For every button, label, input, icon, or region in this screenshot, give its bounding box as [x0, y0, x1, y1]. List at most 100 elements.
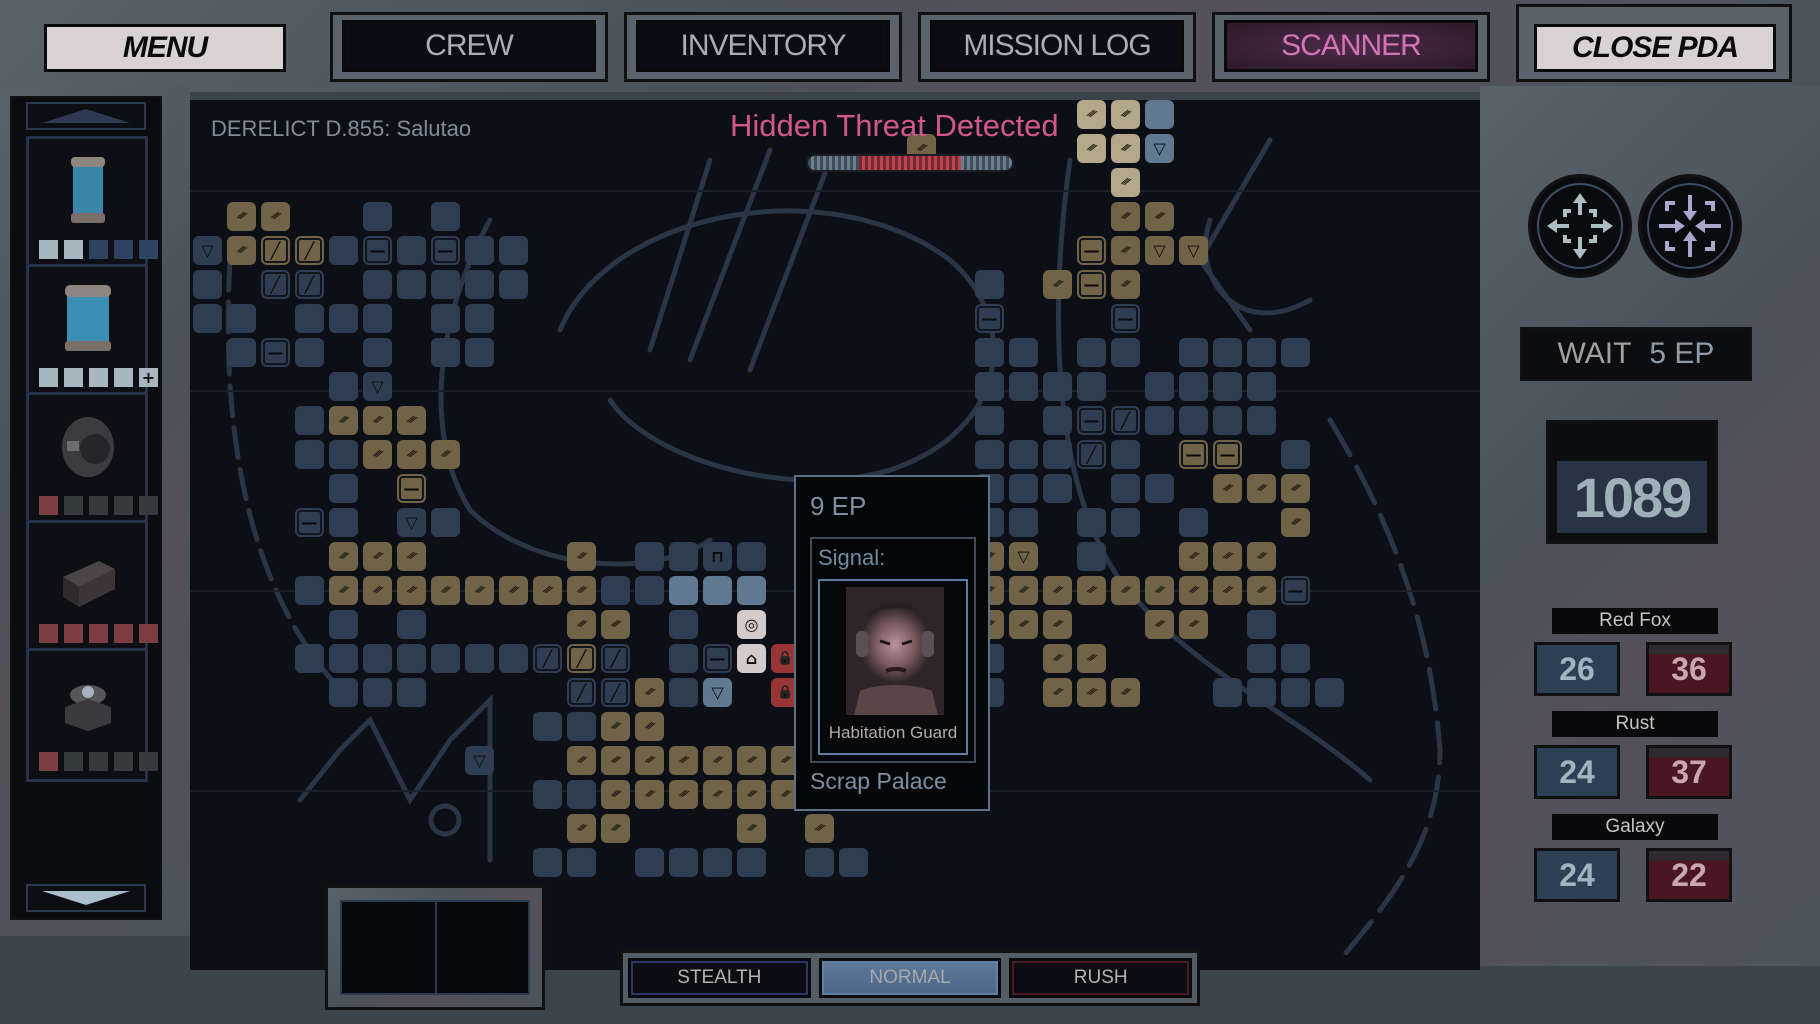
inventory-slot-small-energy-cell[interactable]: [26, 136, 158, 270]
map-tile-explored-room[interactable]: [1247, 372, 1276, 401]
map-tile-explored-room[interactable]: [635, 576, 664, 605]
map-tile-explored-room[interactable]: [329, 474, 358, 503]
map-tile-hazard-highlighted[interactable]: ▽: [1145, 134, 1174, 163]
map-tile-explored-room[interactable]: [1145, 372, 1174, 401]
map-tile-home[interactable]: ⌂: [737, 644, 766, 673]
map-tile-scrap-door[interactable]: —: [1077, 236, 1106, 265]
map-tile-scrap-room[interactable]: ⁄⁄⁄: [1145, 576, 1174, 605]
map-tile-explored-room[interactable]: [601, 576, 630, 605]
map-tile-explored-room[interactable]: [295, 576, 324, 605]
map-tile-explored-room[interactable]: [533, 848, 562, 877]
map-tile-explored-room[interactable]: [1179, 372, 1208, 401]
map-tile-explored-room[interactable]: [975, 270, 1004, 299]
mode-stealth-button[interactable]: STEALTH: [628, 958, 811, 998]
map-tile-explored-room[interactable]: [1213, 678, 1242, 707]
map-tile-door[interactable]: —: [1077, 406, 1106, 435]
map-tile-scrap-room[interactable]: ⁄⁄⁄: [1179, 576, 1208, 605]
inventory-slot-large-energy-cell[interactable]: +: [26, 264, 158, 398]
map-tile-scrap-room[interactable]: ⁄⁄⁄: [397, 406, 426, 435]
map-tile-explored-room[interactable]: [1009, 508, 1038, 537]
map-tile-scrap-room[interactable]: ⁄⁄⁄: [1043, 644, 1072, 673]
map-tile-breach[interactable]: ╱: [601, 644, 630, 673]
map-tile-explored-room[interactable]: [805, 848, 834, 877]
map-tile-explored-room[interactable]: [363, 270, 392, 299]
map-tile-explored-room[interactable]: [1111, 508, 1140, 537]
map-tile-highlighted-room[interactable]: [1145, 100, 1174, 129]
map-tile-scrap-room[interactable]: ⁄⁄⁄: [601, 780, 630, 809]
map-tile-explored-room[interactable]: [669, 678, 698, 707]
map-tile-explored-room[interactable]: [567, 712, 596, 741]
map-tile-explored-room[interactable]: [295, 440, 324, 469]
map-tile-scrap-room[interactable]: ⁄⁄⁄: [567, 746, 596, 775]
expand-view-button[interactable]: [1528, 174, 1632, 278]
map-tile-explored-room[interactable]: [1145, 406, 1174, 435]
map-tile-explored-room[interactable]: [465, 236, 494, 265]
map-tile-explored-room[interactable]: [397, 236, 426, 265]
map-tile-scrap-room[interactable]: ⁄⁄⁄: [805, 814, 834, 843]
map-tile-scrap-room[interactable]: ⁄⁄⁄: [1247, 576, 1276, 605]
map-tile-highlighted-room[interactable]: [669, 576, 698, 605]
map-tile-explored-room[interactable]: [1009, 338, 1038, 367]
map-tile-scrap-room[interactable]: ⁄⁄⁄: [1247, 474, 1276, 503]
map-tile-scrap-room[interactable]: ⁄⁄⁄: [431, 576, 460, 605]
mode-normal-button[interactable]: NORMAL: [818, 958, 1002, 998]
map-tile-explored-room[interactable]: [1077, 338, 1106, 367]
map-tile-hazard[interactable]: ▽: [193, 236, 222, 265]
map-tile-scrap-room[interactable]: ⁄⁄⁄: [1009, 610, 1038, 639]
map-tile-scrap-room[interactable]: ⁄⁄⁄: [1043, 678, 1072, 707]
map-tile-explored-room[interactable]: [329, 610, 358, 639]
inventory-slot-turbine-module[interactable]: [26, 392, 158, 526]
map-tile-breach[interactable]: ╱: [601, 678, 630, 707]
map-tile-explored-room[interactable]: [1043, 372, 1072, 401]
map-tile-scrap-room[interactable]: ⁄⁄⁄: [1043, 576, 1072, 605]
map-tile-scrap-breach[interactable]: ╱: [295, 236, 324, 265]
map-tile-explored-room[interactable]: [1281, 440, 1310, 469]
map-tile-scrap-room-highlighted[interactable]: ⁄⁄⁄: [1077, 134, 1106, 163]
map-tile-scrap-room[interactable]: ⁄⁄⁄: [1077, 644, 1106, 673]
tab-crew[interactable]: CREW: [342, 20, 596, 72]
map-tile-door[interactable]: —: [703, 644, 732, 673]
map-tile-explored-room[interactable]: [669, 610, 698, 639]
map-tile-explored-room[interactable]: [635, 848, 664, 877]
map-tile-explored-room[interactable]: [1077, 372, 1106, 401]
map-tile-scrap-room[interactable]: ⁄⁄⁄: [499, 576, 528, 605]
map-tile-scrap-room[interactable]: ⁄⁄⁄: [1247, 542, 1276, 571]
map-tile-terminal[interactable]: ⊓: [703, 542, 732, 571]
map-tile-scrap-room[interactable]: ⁄⁄⁄: [635, 746, 664, 775]
tab-mission-log[interactable]: MISSION LOG: [930, 20, 1184, 72]
map-tile-door[interactable]: —: [431, 236, 460, 265]
map-tile-explored-room[interactable]: [1315, 678, 1344, 707]
map-tile-scrap-room[interactable]: ⁄⁄⁄: [567, 814, 596, 843]
map-tile-explored-room[interactable]: [397, 610, 426, 639]
map-tile-scrap-door[interactable]: —: [1213, 440, 1242, 469]
map-tile-breach[interactable]: ╱: [261, 270, 290, 299]
map-tile-explored-room[interactable]: [363, 304, 392, 333]
map-tile-explored-room[interactable]: [329, 440, 358, 469]
map-tile-explored-room[interactable]: [1179, 338, 1208, 367]
map-tile-scrap-room-highlighted[interactable]: ⁄⁄⁄: [1111, 134, 1140, 163]
map-tile-scrap-room[interactable]: ⁄⁄⁄: [329, 542, 358, 571]
map-tile-explored-room[interactable]: [329, 644, 358, 673]
map-tile-scrap-door[interactable]: —: [397, 474, 426, 503]
map-tile-explored-room[interactable]: [533, 712, 562, 741]
map-tile-scrap-room[interactable]: ⁄⁄⁄: [397, 542, 426, 571]
map-tile-explored-room[interactable]: [295, 338, 324, 367]
map-tile-scrap-room[interactable]: ⁄⁄⁄: [227, 202, 256, 231]
map-tile-door[interactable]: —: [1111, 304, 1140, 333]
map-tile-scrap-room[interactable]: ⁄⁄⁄: [397, 576, 426, 605]
map-tile-scrap-hazard[interactable]: ▽: [1145, 236, 1174, 265]
map-tile-scrap-room[interactable]: ⁄⁄⁄: [1111, 270, 1140, 299]
map-tile-scrap-breach[interactable]: ╱: [567, 644, 596, 673]
map-tile-explored-room[interactable]: [975, 406, 1004, 435]
wait-button[interactable]: WAIT 5 EP: [1520, 327, 1752, 381]
map-tile-breach[interactable]: ╱: [295, 270, 324, 299]
map-tile-scrap-room[interactable]: ⁄⁄⁄: [329, 576, 358, 605]
map-tile-scrap-room[interactable]: ⁄⁄⁄: [1111, 236, 1140, 265]
map-tile-scrap-breach[interactable]: ╱: [261, 236, 290, 265]
map-tile-scrap-room[interactable]: ⁄⁄⁄: [635, 678, 664, 707]
map-tile-door[interactable]: —: [1281, 576, 1310, 605]
map-tile-scrap-room[interactable]: ⁄⁄⁄: [1009, 576, 1038, 605]
map-tile-explored-room[interactable]: [193, 270, 222, 299]
map-tile-explored-room[interactable]: [1111, 440, 1140, 469]
map-tile-scrap-room[interactable]: ⁄⁄⁄: [567, 542, 596, 571]
